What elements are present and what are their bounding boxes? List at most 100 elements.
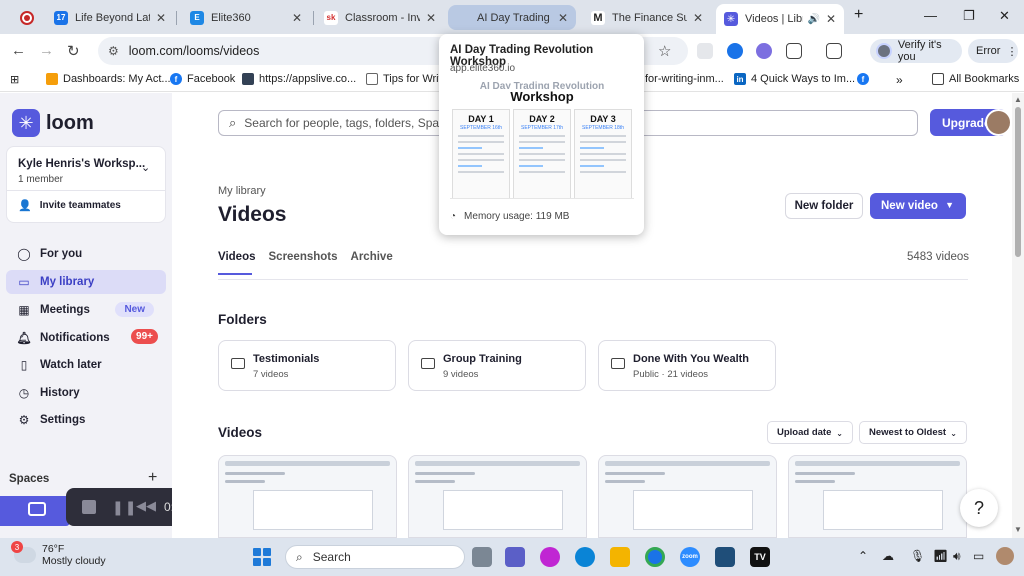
bookmark-appslive[interactable]: https://appslive.co... — [242, 73, 356, 85]
sort-order-dropdown[interactable]: Newest to Oldest ⌄ — [859, 421, 967, 444]
battery-icon[interactable]: ▭ — [973, 549, 984, 563]
video-thumbnail[interactable] — [598, 455, 777, 538]
code-extension-icon[interactable] — [697, 43, 713, 59]
tab-screenshots[interactable]: Screenshots — [269, 251, 338, 263]
wifi-icon[interactable]: 📶︎ — [933, 549, 948, 563]
sidebar-item-for-you[interactable]: ◯ For you — [6, 242, 166, 266]
avatar[interactable] — [996, 547, 1014, 565]
close-icon[interactable]: ✕ — [292, 11, 302, 25]
back-icon[interactable]: ← — [11, 42, 26, 59]
volume-icon[interactable]: 🔊︎ — [953, 549, 961, 564]
taskbar-search[interactable]: ⌕ Search — [285, 545, 465, 569]
close-icon[interactable]: ✕ — [558, 11, 568, 25]
tray-overflow-icon[interactable]: ⌃ — [858, 549, 868, 563]
file-explorer-icon[interactable] — [610, 547, 630, 567]
window-close-icon[interactable]: ✕ — [999, 8, 1010, 24]
new-folder-button[interactable]: New folder — [785, 193, 863, 219]
tab-finance-super[interactable]: M The Finance Supe ✕ — [583, 5, 711, 30]
tab-videos-library[interactable]: ✳ Videos | Libra 🔊 ✕ — [716, 4, 844, 34]
scroll-down-icon[interactable]: ▼ — [1014, 525, 1022, 534]
scroll-up-icon[interactable]: ▲ — [1014, 95, 1022, 104]
stop-button[interactable] — [82, 500, 96, 514]
tab-archive[interactable]: Archive — [351, 251, 393, 263]
media-icon[interactable] — [826, 43, 842, 59]
zoom-icon[interactable]: zoom — [680, 547, 700, 567]
record-icon — [20, 10, 34, 25]
copilot-icon[interactable] — [540, 547, 560, 567]
error-button[interactable]: Error ⋮ — [968, 39, 1018, 63]
new-badge: New — [115, 302, 154, 317]
upgrade-button[interactable]: Upgrade — [930, 109, 1012, 136]
more-bookmarks-icon[interactable]: » — [896, 73, 903, 87]
sidebar-item-history[interactable]: ◷ History — [6, 381, 166, 405]
invite-teammates-button[interactable]: 👤 Invite teammates — [18, 199, 121, 212]
close-icon[interactable]: ✕ — [826, 12, 836, 26]
maximize-icon[interactable]: ❐ — [963, 8, 975, 24]
video-thumbnail[interactable] — [788, 455, 967, 538]
sidebar-item-my-library[interactable]: ▭ My library — [6, 270, 166, 294]
site-info-icon[interactable]: ⚙ — [108, 44, 119, 58]
breadcrumb[interactable]: My library — [218, 185, 266, 197]
bookmark-writing[interactable]: for-writing-inm... — [645, 73, 724, 85]
bookmark-star-icon[interactable]: ☆ — [658, 42, 671, 60]
puzzle-icon[interactable] — [786, 43, 802, 59]
speaker-icon[interactable]: 🔊 — [807, 14, 819, 25]
tab-life-beyond-latte[interactable]: 17 Life Beyond Latte ✕ — [46, 5, 174, 30]
weather-widget[interactable]: 3 76°F Mostly cloudy — [11, 541, 106, 567]
close-icon[interactable]: ✕ — [693, 11, 703, 25]
bookmark-dashboards[interactable]: Dashboards: My Act... — [46, 73, 171, 85]
tradingview-icon[interactable]: TV — [750, 547, 770, 567]
tab-classroom[interactable]: sk Classroom - Invest ✕ — [316, 5, 444, 30]
pause-button[interactable]: ❚❚ — [112, 499, 137, 516]
windows-taskbar: 3 76°F Mostly cloudy ⌕ Search zoom TV ⌃ … — [0, 538, 1024, 576]
scrollbar-thumb[interactable] — [1015, 107, 1021, 257]
bookmark-quick-ways[interactable]: in 4 Quick Ways to Im... — [734, 73, 855, 85]
chrome-icon[interactable] — [645, 547, 665, 567]
profile-verify-button[interactable]: Verify it's you — [870, 39, 962, 63]
sidebar-item-settings[interactable]: ⚙ Settings — [6, 408, 166, 432]
tab-ai-day-trading[interactable]: AI Day Trading Re ✕ — [448, 5, 576, 30]
more-vert-icon[interactable]: ⋮ — [1006, 45, 1017, 58]
sidebar-item-notifications[interactable]: 🔔︎ Notifications 99+ — [6, 326, 166, 350]
add-space-icon[interactable]: + — [148, 469, 157, 487]
camera-toggle-button[interactable] — [0, 496, 70, 526]
extension-icon[interactable] — [727, 43, 743, 59]
avatar[interactable] — [985, 109, 1012, 136]
reload-icon[interactable]: ↻ — [67, 42, 80, 60]
bookmark-facebook-2[interactable]: f — [857, 73, 874, 85]
tab-recording[interactable] — [12, 5, 42, 30]
task-view-icon[interactable] — [472, 547, 492, 567]
apps-grid-icon[interactable]: ⊞ — [10, 73, 19, 86]
sidebar-item-meetings[interactable]: ▦ Meetings New — [6, 298, 166, 322]
tab-videos[interactable]: Videos — [218, 251, 256, 275]
video-thumbnail[interactable] — [408, 455, 587, 538]
calculator-icon[interactable] — [715, 547, 735, 567]
close-icon[interactable]: ✕ — [156, 11, 166, 25]
folder-card[interactable]: Done With You Wealth Public · 21 videos — [598, 340, 776, 391]
sort-field-dropdown[interactable]: Upload date ⌄ — [767, 421, 853, 444]
workspace-switcher[interactable]: Kyle Henris's Worksp... 1 member ⌄ 👤 Inv… — [6, 146, 166, 223]
extension-icon[interactable] — [756, 43, 772, 59]
close-icon[interactable]: ✕ — [426, 11, 436, 25]
microphone-icon[interactable]: 🎙︎ — [910, 549, 925, 563]
windows-start-icon[interactable] — [253, 548, 271, 566]
teams-icon[interactable] — [505, 547, 525, 567]
all-bookmarks[interactable]: All Bookmarks — [932, 73, 1019, 85]
bookmark-facebook[interactable]: f Facebook — [170, 73, 235, 85]
folder-card[interactable]: Group Training 9 videos — [408, 340, 586, 391]
new-video-button[interactable]: New video ▼ — [870, 193, 966, 219]
edge-icon[interactable] — [575, 547, 595, 567]
rewind-icon[interactable]: ◀◀ — [136, 498, 156, 514]
video-thumbnail[interactable] — [218, 455, 397, 538]
new-tab-button[interactable]: + — [854, 6, 863, 24]
help-button[interactable]: ? — [960, 489, 998, 527]
loom-logo[interactable]: ✳ loom — [12, 109, 94, 137]
minimize-icon[interactable]: — — [924, 8, 937, 23]
onedrive-icon[interactable]: ☁ — [882, 549, 894, 563]
tab-elite360[interactable]: E Elite360 ✕ — [182, 5, 310, 30]
appslive-icon — [242, 73, 254, 85]
folder-card[interactable]: Testimonials 7 videos — [218, 340, 396, 391]
forward-icon[interactable]: → — [39, 42, 54, 59]
sidebar-item-watch-later[interactable]: ▯ Watch later — [6, 353, 166, 377]
page-scrollbar[interactable]: ▲ ▼ — [1012, 93, 1024, 538]
